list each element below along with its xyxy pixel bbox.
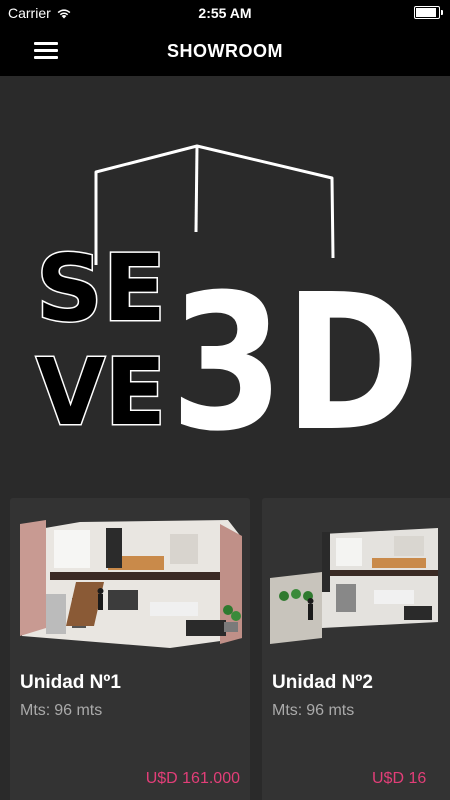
unit-title: Unidad Nº2 [272, 672, 373, 693]
units-carousel[interactable]: Unidad Nº1 Mts: 96 mts U$D 161.000 Unida… [10, 498, 450, 800]
nav-bar: SHOWROOM [0, 26, 450, 76]
unit-render-image [262, 498, 450, 658]
unit-card[interactable]: Unidad Nº2 Mts: 96 mts U$D 16 [262, 498, 450, 800]
unit-render-image [10, 498, 250, 658]
page-title: SHOWROOM [167, 41, 283, 61]
unit-title: Unidad Nº1 [20, 672, 121, 693]
seve3d-logo: 3D SE VE [35, 144, 420, 440]
status-time: 2:55 AM [198, 5, 252, 21]
app-screen: Carrier 2:55 AM SHOWROOM 3D SE VE Unidad… [0, 0, 450, 800]
unit-price: U$D 161.000 [145, 770, 240, 787]
status-right [414, 6, 443, 19]
unit-size-value: 96 mts [306, 702, 355, 719]
status-bar: Carrier 2:55 AM [0, 0, 450, 26]
unit-price: U$D 16 [372, 770, 427, 787]
logo-3d-text: 3D [170, 254, 420, 440]
battery-level [416, 8, 436, 17]
unit-size: Mts: 96 mts [272, 702, 354, 720]
logo-se-text: SE [36, 235, 166, 342]
unit-size-label: Mts: [20, 702, 51, 719]
unit-size: Mts: 96 mts [20, 702, 102, 720]
unit-card[interactable]: Unidad Nº1 Mts: 96 mts U$D 161.000 [10, 498, 250, 800]
logo-ve-text: VE [36, 339, 166, 440]
battery-icon [414, 6, 443, 19]
unit-size-value: 96 mts [54, 702, 103, 719]
unit-size-label: Mts: [272, 702, 303, 719]
